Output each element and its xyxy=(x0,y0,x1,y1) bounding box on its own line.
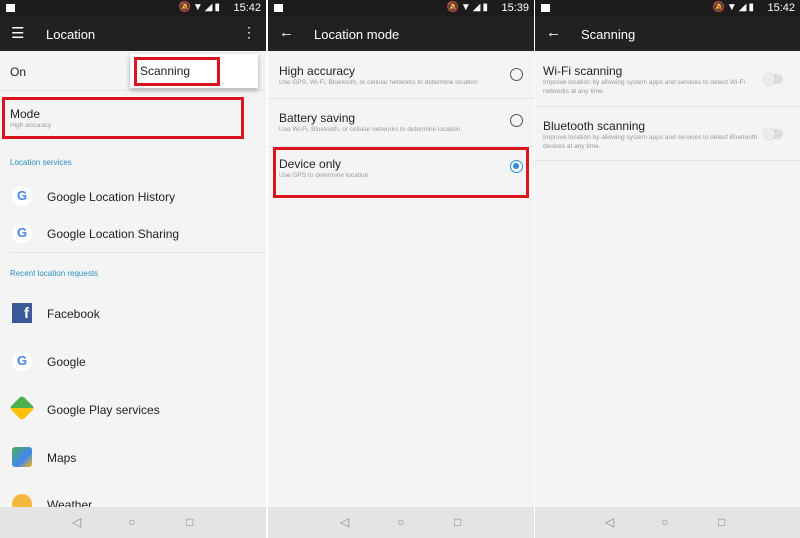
radio-button[interactable] xyxy=(510,114,523,127)
wifi-scanning-toggle[interactable] xyxy=(763,73,783,85)
list-item[interactable]: Google xyxy=(47,355,86,369)
recents-icon[interactable]: □ xyxy=(454,515,461,529)
recents-icon[interactable]: □ xyxy=(718,515,725,529)
toolbar: ← Scanning xyxy=(535,17,800,51)
item-title: Wi-Fi scanning xyxy=(543,64,623,78)
clock: 15:42 xyxy=(767,2,795,14)
status-bar: 🔕▼◢▮ 15:39 xyxy=(268,0,534,17)
clock: 15:42 xyxy=(233,2,261,14)
bluetooth-scanning-toggle[interactable] xyxy=(763,128,783,140)
list-item[interactable]: Google Location History xyxy=(47,190,175,204)
page-title: Location xyxy=(46,27,96,42)
toolbar: ← Location mode xyxy=(268,17,534,51)
location-screen: 🔕▼◢▮ 15:42 ☰ Location ⋮ On Scanning Mode Hi… xyxy=(0,0,266,538)
item-desc: Improve location by allowing system apps… xyxy=(543,134,758,150)
navigation-bar: ◁ ○ □ xyxy=(0,507,266,538)
option-desc: Use Wi-Fi, Bluetooth, or cellular networ… xyxy=(279,126,461,133)
highlight-box xyxy=(273,147,529,198)
list-item[interactable]: Facebook xyxy=(47,307,100,321)
list-item[interactable]: Maps xyxy=(47,451,76,465)
back-icon[interactable]: ◁ xyxy=(605,515,614,529)
play-services-icon xyxy=(9,395,35,421)
back-icon[interactable]: ◁ xyxy=(72,515,81,529)
back-icon[interactable]: ◁ xyxy=(340,515,349,529)
page-title: Location mode xyxy=(314,27,400,42)
back-arrow-icon[interactable]: ← xyxy=(546,24,561,41)
option-desc: Use GPS, Wi-Fi, Bluetooth, or cellular n… xyxy=(279,79,478,86)
facebook-icon: f xyxy=(12,303,32,323)
highlight-box xyxy=(134,57,220,86)
back-arrow-icon[interactable]: ← xyxy=(279,24,294,41)
scanning-screen: 🔕▼◢▮ 15:42 ← Scanning Wi-Fi scanning Impro… xyxy=(535,0,800,538)
image-notification-icon xyxy=(541,4,550,12)
status-icons: 🔕▼◢▮ xyxy=(712,2,756,13)
home-icon[interactable]: ○ xyxy=(661,515,668,529)
status-bar: 🔕▼◢▮ 15:42 xyxy=(535,0,800,17)
location-on-label[interactable]: On xyxy=(10,65,26,79)
navigation-bar: ◁ ○ □ xyxy=(535,507,800,538)
item-desc: Improve location by allowing system apps… xyxy=(543,79,745,95)
location-mode-screen: 🔕▼◢▮ 15:39 ← Location mode High accuracy U… xyxy=(268,0,534,538)
navigation-bar: ◁ ○ □ xyxy=(268,507,534,538)
item-title: Bluetooth scanning xyxy=(543,119,646,133)
toolbar: ☰ Location ⋮ xyxy=(0,17,266,51)
option-title: High accuracy xyxy=(279,64,356,78)
section-header: Location services xyxy=(10,158,72,167)
clock: 15:39 xyxy=(501,2,529,14)
status-icons: 🔕▼◢▮ xyxy=(178,2,222,13)
recents-icon[interactable]: □ xyxy=(186,515,193,529)
more-options-icon[interactable]: ⋮ xyxy=(242,24,256,41)
page-title: Scanning xyxy=(581,27,636,42)
section-header: Recent location requests xyxy=(10,269,99,278)
radio-button[interactable] xyxy=(510,68,523,81)
menu-icon[interactable]: ☰ xyxy=(11,24,24,42)
list-item[interactable]: Google Location Sharing xyxy=(47,227,179,241)
status-bar: 🔕▼◢▮ 15:42 xyxy=(0,0,266,17)
image-notification-icon xyxy=(6,4,15,12)
home-icon[interactable]: ○ xyxy=(397,515,404,529)
maps-icon xyxy=(12,447,32,467)
google-icon: G xyxy=(12,223,32,243)
image-notification-icon xyxy=(274,4,283,12)
google-icon: G xyxy=(12,351,32,371)
highlight-box xyxy=(2,97,244,139)
option-title: Battery saving xyxy=(279,111,356,125)
list-item[interactable]: Google Play services xyxy=(47,403,160,417)
home-icon[interactable]: ○ xyxy=(128,515,135,529)
google-icon: G xyxy=(12,186,32,206)
status-icons: 🔕▼◢▮ xyxy=(446,2,490,13)
